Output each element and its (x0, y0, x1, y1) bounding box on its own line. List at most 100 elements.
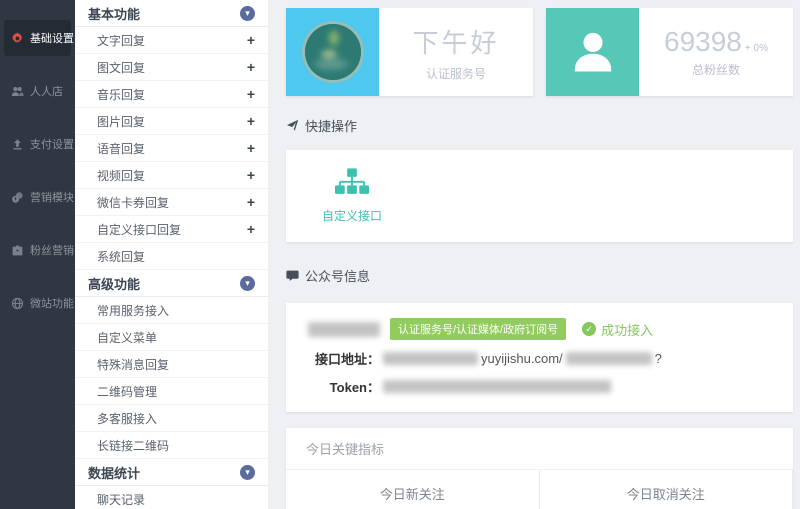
sidebar-item-marketing-module[interactable]: 营销模块 (4, 179, 71, 215)
submenu-item-text-reply[interactable]: 文字回复 + (75, 27, 268, 54)
item-label: 特殊消息回复 (97, 356, 169, 373)
person-icon (567, 26, 619, 78)
paper-plane-icon (286, 119, 299, 132)
account-info-title: 公众号信息 (305, 266, 370, 285)
connection-status: ✓ 成功接入 (582, 320, 653, 339)
submenu-item-custom-api-reply[interactable]: 自定义接口回复 + (75, 216, 268, 243)
submenu-item-picture-reply[interactable]: 图片回复 + (75, 108, 268, 135)
plus-icon[interactable]: + (247, 222, 255, 236)
sidebar-item-renrendian[interactable]: 人人店 (4, 73, 71, 109)
submenu-item-longlink-qrcode[interactable]: 长链接二维码 (75, 432, 268, 459)
section-title: 基本功能 (88, 4, 140, 23)
item-label: 自定义菜单 (97, 329, 157, 346)
quick-actions-header: 快捷操作 (286, 116, 793, 135)
fans-card-body: 69398 + 0% 总粉丝数 (639, 8, 793, 96)
sidebar-item-label: 基础设置 (30, 30, 74, 46)
check-circle-icon: ✓ (582, 322, 596, 336)
briefcase-icon (11, 244, 24, 257)
account-avatar (302, 21, 364, 83)
quick-actions-title: 快捷操作 (305, 116, 357, 135)
fans-total-label: 总粉丝数 (692, 61, 740, 78)
item-label: 文字回复 (97, 32, 145, 49)
submenu-section-basic[interactable]: 基本功能 ▾ (75, 0, 268, 27)
gear-icon (11, 32, 24, 45)
sidebar-item-label: 粉丝营销 (30, 242, 74, 258)
submenu-item-common-services[interactable]: 常用服务接入 (75, 297, 268, 324)
submenu-item-card-coupon-reply[interactable]: 微信卡券回复 + (75, 189, 268, 216)
quick-actions-card: 自定义接口 (286, 150, 793, 242)
quick-item-custom-api[interactable]: 自定义接口 (306, 168, 398, 224)
fans-card: 69398 + 0% 总粉丝数 (546, 8, 793, 96)
submenu-item-custom-menu[interactable]: 自定义菜单 (75, 324, 268, 351)
sidebar-item-label: 人人店 (30, 83, 63, 99)
metric-unfollowers: 今日取消关注 18 (540, 470, 794, 509)
submenu-section-advanced[interactable]: 高级功能 ▾ (75, 270, 268, 297)
submenu-item-qrcode-management[interactable]: 二维码管理 (75, 378, 268, 405)
plus-icon[interactable]: + (247, 195, 255, 209)
fans-trend: + 0% (745, 43, 768, 54)
submenu-item-music-reply[interactable]: 音乐回复 + (75, 81, 268, 108)
today-metrics-body: 今日新关注 629 今日取消关注 18 (286, 470, 793, 509)
sidebar-item-basic-settings[interactable]: 基础设置 (4, 20, 71, 56)
account-type-badge: 认证服务号/认证媒体/政府订阅号 (390, 318, 566, 340)
item-label: 自定义接口回复 (97, 221, 181, 238)
secondary-sidebar: 基本功能 ▾ 文字回复 + 图文回复 + 音乐回复 + 图片回复 + 语音回复 + 视频回… (75, 0, 268, 509)
sidebar-item-microsite[interactable]: 微站功能 (4, 285, 71, 321)
metric-label: 今日取消关注 (627, 484, 705, 503)
item-label: 图片回复 (97, 113, 145, 130)
primary-sidebar: 基础设置 人人店 支付设置 营销模块 粉丝营销 微站功能 (0, 0, 75, 509)
submenu-item-system-reply[interactable]: 系统回复 (75, 243, 268, 270)
submenu-item-multi-service-access[interactable]: 多客服接入 (75, 405, 268, 432)
comment-icon (286, 269, 299, 282)
submenu-item-chat-records[interactable]: 聊天记录 (75, 486, 268, 509)
item-label: 聊天记录 (97, 491, 145, 508)
api-url-suffix: ? (655, 351, 662, 366)
submenu-section-statistics[interactable]: 数据统计 ▾ (75, 459, 268, 486)
app-window: 基础设置 人人店 支付设置 营销模块 粉丝营销 微站功能 基本功能 ▾ 文字回复… (0, 0, 800, 509)
plus-icon[interactable]: + (247, 60, 255, 74)
item-label: 图文回复 (97, 59, 145, 76)
item-label: 多客服接入 (97, 410, 157, 427)
coins-icon (11, 191, 24, 204)
chevron-down-icon[interactable]: ▾ (240, 465, 255, 480)
api-url-row: 接口地址： yuyijishu.com/ ? (308, 349, 771, 368)
chevron-down-icon[interactable]: ▾ (240, 6, 255, 21)
account-name-redacted (308, 322, 380, 337)
main-content: 下午好 认证服务号 69398 + 0% 总粉丝数 快捷操作 (268, 0, 800, 509)
token-label: Token： (308, 377, 380, 396)
item-label: 微信卡券回复 (97, 194, 169, 211)
submenu-item-voice-reply[interactable]: 语音回复 + (75, 135, 268, 162)
submenu-item-video-reply[interactable]: 视频回复+ (75, 162, 268, 189)
sidebar-item-label: 营销模块 (30, 189, 74, 205)
sidebar-item-payment-settings[interactable]: 支付设置 (4, 126, 71, 162)
chevron-down-icon[interactable]: ▾ (240, 276, 255, 291)
fans-card-side (546, 8, 639, 96)
plus-icon[interactable]: + (247, 168, 255, 182)
plus-icon[interactable]: + (247, 141, 255, 155)
api-url-redacted-suffix (566, 352, 652, 365)
item-label: 语音回复 (97, 140, 145, 157)
connection-status-label: 成功接入 (601, 320, 653, 339)
globe-icon (11, 297, 24, 310)
section-title: 数据统计 (88, 463, 140, 482)
item-label: 系统回复 (97, 248, 145, 265)
overview-cards: 下午好 认证服务号 69398 + 0% 总粉丝数 (286, 8, 793, 96)
account-info-header: 公众号信息 (286, 266, 793, 285)
token-redacted (383, 380, 611, 393)
submenu-item-special-message-reply[interactable]: 特殊消息回复 (75, 351, 268, 378)
payment-upload-icon (11, 138, 24, 151)
plus-icon[interactable]: + (247, 33, 255, 47)
plus-icon[interactable]: + (247, 114, 255, 128)
greeting-text: 下午好 (412, 23, 499, 60)
submenu-item-imagetext-reply[interactable]: 图文回复 + (75, 54, 268, 81)
api-url-label: 接口地址： (308, 349, 380, 368)
item-label: 音乐回复 (97, 86, 145, 103)
sidebar-item-label: 支付设置 (30, 136, 74, 152)
section-title: 高级功能 (88, 274, 140, 293)
sidebar-item-label: 微站功能 (30, 295, 74, 311)
api-url-redacted-prefix (383, 352, 478, 365)
api-url-domain: yuyijishu.com/ (481, 351, 563, 366)
sidebar-item-fan-marketing[interactable]: 粉丝营销 (4, 232, 71, 268)
plus-icon[interactable]: + (247, 87, 255, 101)
item-label: 常用服务接入 (97, 302, 169, 319)
